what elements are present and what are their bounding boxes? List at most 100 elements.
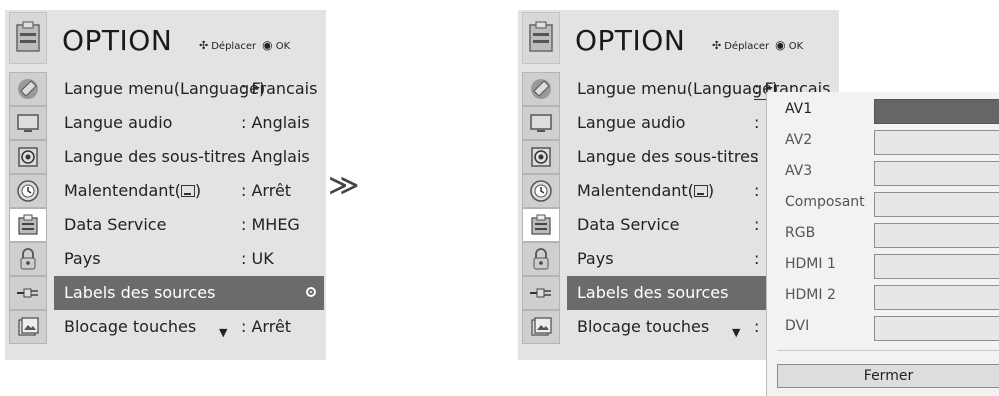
source-name: RGB: [785, 225, 816, 241]
row-label: Labels des sources: [577, 283, 729, 302]
source-label-field[interactable]: [874, 285, 999, 310]
row-value: : Anglais: [241, 147, 310, 166]
selected-radio-icon: [306, 287, 316, 297]
menu-row-input-labels[interactable]: Labels des sources: [54, 276, 324, 310]
category-icon-column: [9, 72, 47, 344]
move-hint-label: Déplacer: [724, 41, 770, 52]
source-row-hdmi1[interactable]: HDMI 1: [767, 250, 999, 280]
clock-icon[interactable]: [522, 174, 560, 208]
menu-header: OPTION ✣ Déplacer ◉ OK: [518, 10, 839, 72]
row-value: : Anglais: [241, 113, 310, 132]
subtitle-box-icon: [693, 185, 708, 197]
row-label: Langue des sous-titres: [64, 147, 246, 166]
tv-screen-icon[interactable]: [522, 106, 560, 140]
row-value: :: [754, 181, 760, 200]
option-icon[interactable]: [9, 208, 47, 242]
row-label: Blocage touches: [64, 317, 197, 336]
row-label: Labels des sources: [64, 283, 216, 302]
page-title: OPTION: [575, 24, 686, 57]
row-value: :: [754, 147, 760, 166]
clock-icon[interactable]: [9, 174, 47, 208]
menu-row-audio-language[interactable]: Langue audio : Anglais: [54, 106, 324, 140]
source-row-av2[interactable]: AV2: [767, 126, 999, 156]
source-name: Composant: [785, 194, 865, 210]
row-value: : UK: [241, 249, 274, 268]
lock-icon[interactable]: [522, 242, 560, 276]
row-value: :: [754, 215, 760, 234]
source-row-component[interactable]: Composant: [767, 188, 999, 218]
source-name: HDMI 1: [785, 256, 836, 272]
transition-arrow: ≫: [328, 168, 360, 203]
source-label-field[interactable]: [874, 223, 999, 248]
row-value: : Arrêt: [241, 317, 292, 336]
input-cable-icon[interactable]: [522, 276, 560, 310]
menu-header: OPTION ✣ Déplacer ◉ OK: [5, 10, 326, 72]
option-icon[interactable]: [522, 208, 560, 242]
tv-screen-icon[interactable]: [9, 106, 47, 140]
row-label: Malentendant(): [577, 181, 715, 200]
ok-button-icon: ◉: [262, 38, 273, 52]
satellite-icon[interactable]: [9, 72, 47, 106]
source-label-field[interactable]: [874, 316, 999, 341]
source-name: HDMI 2: [785, 287, 836, 303]
ok-button-icon: ◉: [775, 38, 786, 52]
row-value: : Francais: [241, 79, 318, 98]
source-label-field[interactable]: [874, 161, 999, 186]
row-label: Data Service: [577, 215, 680, 234]
row-label: Langue menu(Language): [64, 79, 266, 98]
source-name: DVI: [785, 318, 810, 334]
source-row-av3[interactable]: AV3: [767, 157, 999, 187]
media-icon[interactable]: [9, 310, 47, 344]
row-value: :: [754, 113, 760, 132]
option-list: Langue menu(Language): Francais Langue a…: [54, 72, 324, 344]
option-menu-left: OPTION ✣ Déplacer ◉ OK Langue menu(Languag…: [5, 10, 326, 360]
menu-row-data-service[interactable]: Data Service : MHEG: [54, 208, 324, 242]
nav-hint: ✣ Déplacer ◉ OK: [712, 38, 803, 52]
page-title: OPTION: [62, 24, 173, 57]
row-label: Langue audio: [577, 113, 686, 132]
source-row-av1[interactable]: AV1: [767, 95, 999, 125]
media-icon[interactable]: [522, 310, 560, 344]
source-label-field[interactable]: [874, 130, 999, 155]
close-button[interactable]: Fermer: [777, 364, 999, 388]
move-arrows-icon: ✣: [199, 39, 209, 52]
row-value: : Arrêt: [241, 181, 292, 200]
nav-hint: ✣ Déplacer ◉ OK: [199, 38, 290, 52]
satellite-icon[interactable]: [522, 72, 560, 106]
scroll-down-icon[interactable]: ▼: [732, 316, 740, 350]
row-label: Pays: [64, 249, 101, 268]
source-row-dvi[interactable]: DVI: [767, 312, 999, 342]
source-row-hdmi2[interactable]: HDMI 2: [767, 281, 999, 311]
menu-row-key-lock[interactable]: Blocage touches: Arrêt ▼: [54, 310, 324, 344]
row-label: Langue audio: [64, 113, 173, 132]
row-label: Langue menu(Language): [577, 79, 779, 98]
row-label: Langue des sous-titres: [577, 147, 759, 166]
menu-row-subtitle-language[interactable]: Langue des sous-titres: Anglais: [54, 140, 324, 174]
move-hint-label: Déplacer: [211, 41, 257, 52]
source-name: AV1: [785, 101, 813, 117]
row-value: : MHEG: [241, 215, 300, 234]
ok-hint-label: OK: [275, 41, 291, 52]
move-arrows-icon: ✣: [712, 39, 722, 52]
row-label: Pays: [577, 249, 614, 268]
row-label: Data Service: [64, 215, 167, 234]
scroll-down-icon[interactable]: ▼: [219, 316, 227, 350]
option-category-icon: [522, 12, 560, 64]
popup-divider: [777, 350, 999, 351]
source-name: AV3: [785, 163, 813, 179]
lock-icon[interactable]: [9, 242, 47, 276]
row-value: :: [754, 317, 760, 336]
speaker-icon[interactable]: [522, 140, 560, 174]
source-label-field[interactable]: [874, 99, 999, 124]
menu-row-language[interactable]: Langue menu(Language): Francais: [54, 72, 324, 106]
input-cable-icon[interactable]: [9, 276, 47, 310]
source-label-field[interactable]: [874, 254, 999, 279]
source-name: AV2: [785, 132, 813, 148]
source-row-rgb[interactable]: RGB: [767, 219, 999, 249]
menu-row-hard-of-hearing[interactable]: Malentendant(): Arrêt: [54, 174, 324, 208]
row-label: Blocage touches: [577, 317, 710, 336]
subtitle-box-icon: [180, 185, 195, 197]
speaker-icon[interactable]: [9, 140, 47, 174]
source-label-field[interactable]: [874, 192, 999, 217]
menu-row-country[interactable]: Pays : UK: [54, 242, 324, 276]
